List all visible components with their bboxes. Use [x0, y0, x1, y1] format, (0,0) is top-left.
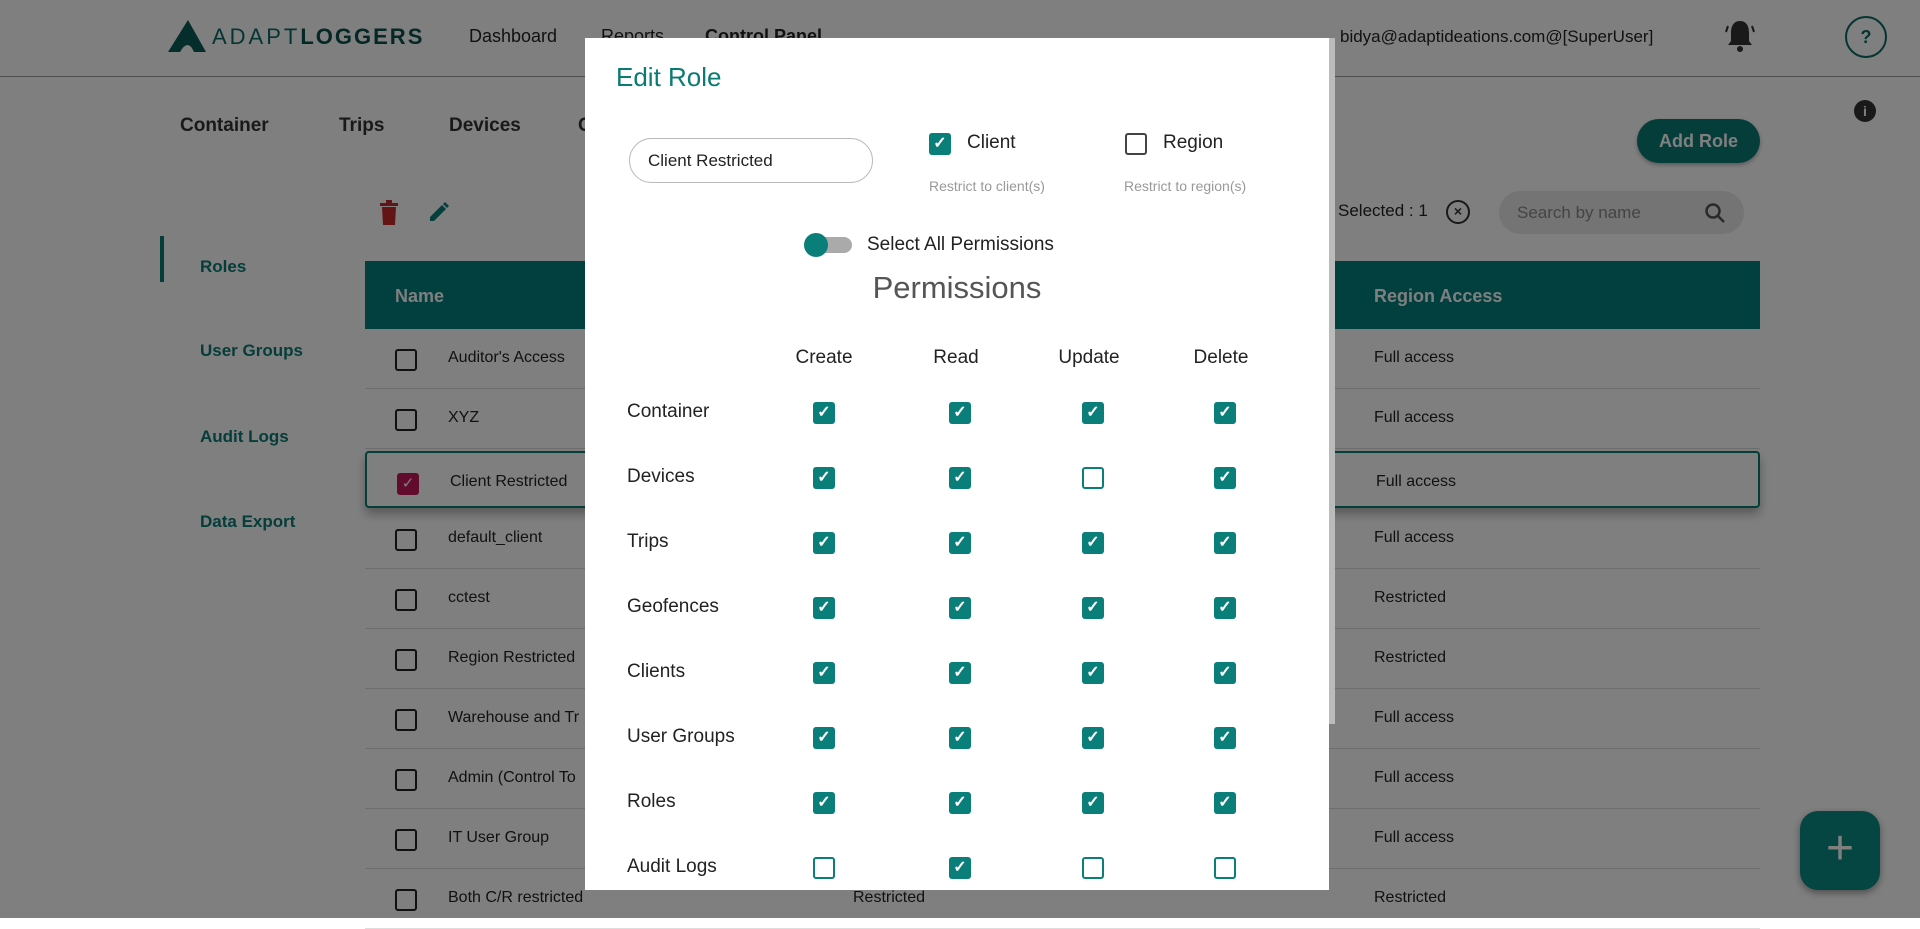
- dialog-scrollbar[interactable]: [1329, 38, 1335, 724]
- client-label: Client: [967, 132, 1016, 153]
- permission-column-delete: Delete: [1193, 347, 1249, 368]
- permission-checkbox[interactable]: ✓: [949, 727, 971, 749]
- permission-checkbox[interactable]: ✓: [813, 792, 835, 814]
- permission-checkbox[interactable]: ✓: [949, 467, 971, 489]
- permission-checkbox[interactable]: ✓: [813, 532, 835, 554]
- permission-checkbox[interactable]: ✓: [813, 402, 835, 424]
- select-all-toggle[interactable]: [804, 233, 852, 257]
- permission-checkbox[interactable]: ✓: [949, 532, 971, 554]
- permission-checkbox[interactable]: ✓: [949, 597, 971, 619]
- permission-row-label: Roles: [627, 791, 676, 812]
- permission-checkbox[interactable]: ✓: [1082, 532, 1104, 554]
- region-help: Restrict to region(s): [1124, 178, 1247, 194]
- permission-checkbox[interactable]: [813, 857, 835, 879]
- permission-checkbox[interactable]: ✓: [949, 402, 971, 424]
- permission-row-label: Container: [627, 401, 710, 422]
- permission-checkbox[interactable]: ✓: [1082, 792, 1104, 814]
- permission-checkbox[interactable]: ✓: [949, 857, 971, 879]
- permission-checkbox[interactable]: ✓: [1214, 662, 1236, 684]
- edit-role-dialog: Edit Role Client Restricted ✓ Client Res…: [585, 38, 1329, 890]
- permission-row-label: Devices: [627, 466, 695, 487]
- permissions-heading: Permissions: [872, 270, 1042, 305]
- permission-column-create: Create: [795, 347, 853, 368]
- permission-checkbox[interactable]: [1082, 467, 1104, 489]
- dialog-title: Edit Role: [616, 62, 722, 92]
- permission-checkbox[interactable]: ✓: [1214, 532, 1236, 554]
- client-help: Restrict to client(s): [929, 178, 1045, 194]
- permission-checkbox[interactable]: ✓: [1082, 727, 1104, 749]
- permission-checkbox[interactable]: [1082, 857, 1104, 879]
- permission-checkbox[interactable]: ✓: [1214, 597, 1236, 619]
- permission-checkbox[interactable]: ✓: [1214, 467, 1236, 489]
- permission-row-label: Audit Logs: [627, 856, 717, 877]
- permission-checkbox[interactable]: ✓: [949, 792, 971, 814]
- permission-row-label: User Groups: [627, 726, 735, 747]
- permission-column-update: Update: [1058, 347, 1120, 368]
- permission-checkbox[interactable]: ✓: [813, 467, 835, 489]
- permission-checkbox[interactable]: ✓: [813, 727, 835, 749]
- permission-checkbox[interactable]: ✓: [949, 662, 971, 684]
- permission-checkbox[interactable]: ✓: [813, 662, 835, 684]
- permission-checkbox[interactable]: ✓: [1214, 727, 1236, 749]
- permission-checkbox[interactable]: ✓: [813, 597, 835, 619]
- permission-column-read: Read: [933, 347, 979, 368]
- permission-row-label: Trips: [627, 531, 669, 552]
- permission-checkbox[interactable]: ✓: [1082, 597, 1104, 619]
- toggle-knob: [804, 233, 828, 257]
- select-all-label: Select All Permissions: [867, 234, 1054, 255]
- permission-checkbox[interactable]: [1214, 857, 1236, 879]
- region-label: Region: [1163, 132, 1224, 153]
- client-checkbox[interactable]: ✓: [929, 133, 951, 155]
- role-name-input[interactable]: Client Restricted: [629, 138, 873, 183]
- permission-checkbox[interactable]: ✓: [1082, 662, 1104, 684]
- permission-row-label: Geofences: [627, 596, 719, 617]
- permission-row-label: Clients: [627, 661, 686, 682]
- permission-checkbox[interactable]: ✓: [1214, 402, 1236, 424]
- permission-checkbox[interactable]: ✓: [1082, 402, 1104, 424]
- permission-checkbox[interactable]: ✓: [1214, 792, 1236, 814]
- region-checkbox[interactable]: [1125, 133, 1147, 155]
